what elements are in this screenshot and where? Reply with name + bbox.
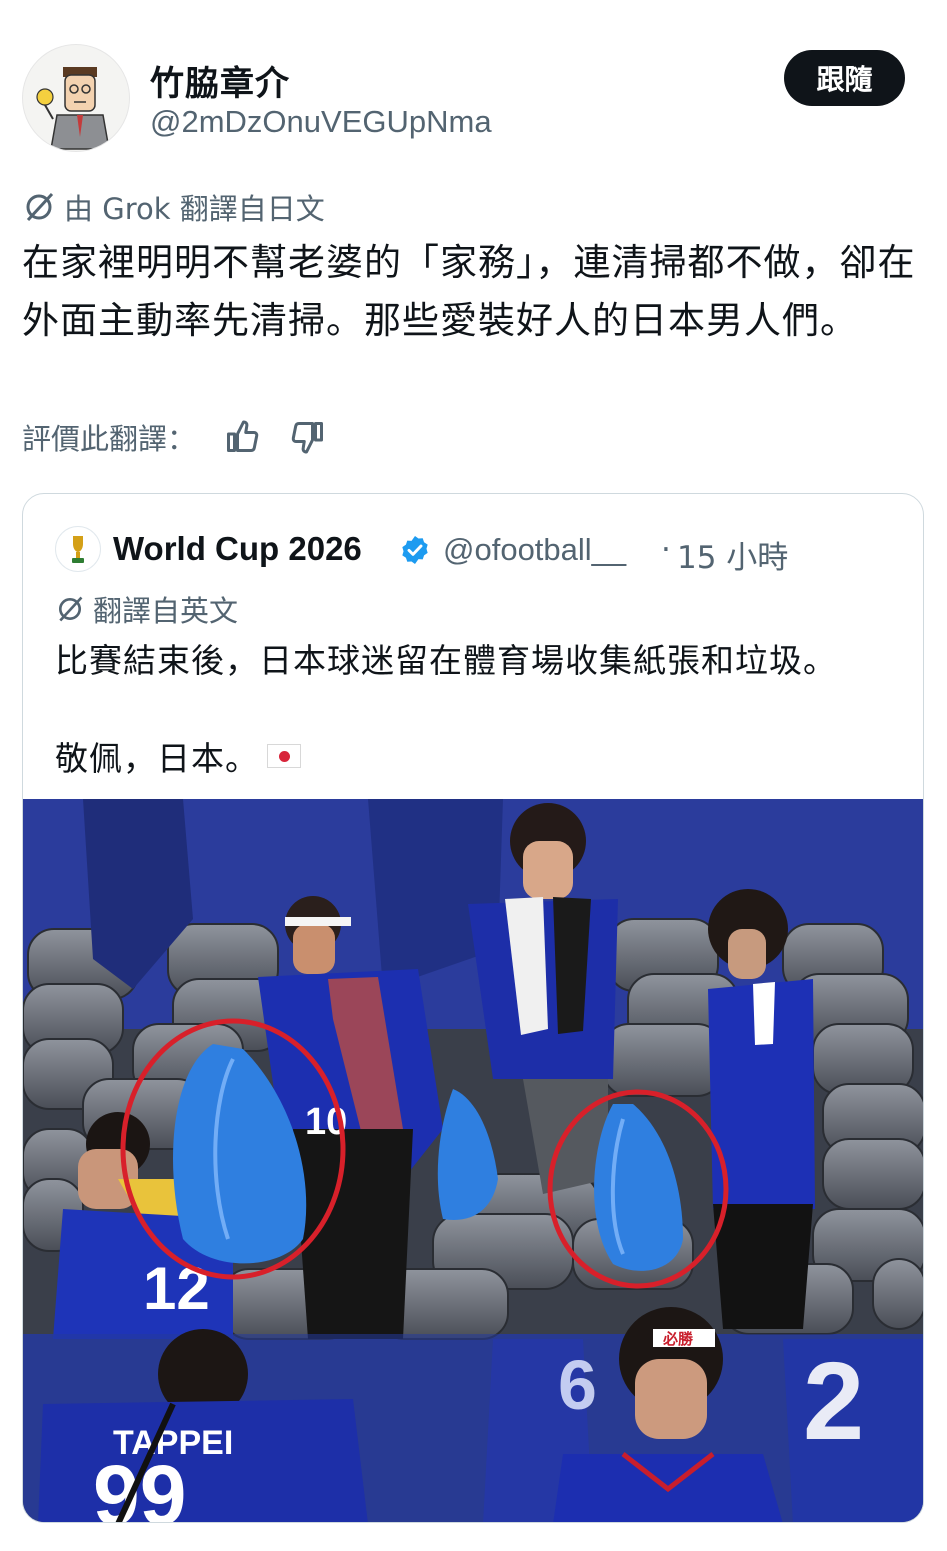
quoted-translation-label: 翻譯自英文 <box>93 594 239 628</box>
separator-dot: · <box>661 532 671 568</box>
svg-text:6: 6 <box>558 1346 597 1424</box>
quoted-timestamp[interactable]: 15 小時 <box>677 532 788 577</box>
quoted-photo[interactable]: 10 12 TAPPEI 99 6 2 必勝 <box>23 799 923 1523</box>
quoted-translation-note[interactable]: 翻譯自英文 <box>55 588 238 630</box>
quoted-display-name[interactable]: World Cup 2026 <box>113 530 362 568</box>
author-avatar[interactable] <box>22 44 130 152</box>
svg-text:2: 2 <box>803 1340 864 1463</box>
japan-flag-icon <box>267 744 301 768</box>
tweet-text: 在家裡明明不幫老婆的「家務」，連清掃都不做，卻在外面主動率先清掃。那些愛裝好人的… <box>22 241 916 342</box>
cartoon-man-avatar-icon <box>36 67 110 150</box>
quoted-text-line2-label: 敬佩，日本。 <box>55 739 259 778</box>
grok-icon <box>26 192 54 222</box>
translation-note-label: 由 Grok 翻譯自日文 <box>64 192 325 226</box>
thumbs-up-button[interactable] <box>222 417 262 457</box>
quoted-text-line2: 敬佩，日本。 <box>55 732 301 780</box>
tweet-header: 竹脇章介 @2mDzOnuVEGUpNma 跟隨 <box>0 0 947 170</box>
quoted-handle[interactable]: @ofootball__ <box>443 532 626 568</box>
world-cup-trophy-icon <box>72 536 84 563</box>
thumbs-down-icon <box>291 422 324 454</box>
svg-text:12: 12 <box>143 1255 210 1322</box>
grok-translation-note[interactable]: 由 Grok 翻譯自日文 <box>22 186 325 228</box>
grok-icon <box>58 596 83 622</box>
quoted-avatar[interactable] <box>55 526 101 572</box>
svg-text:99: 99 <box>93 1448 186 1523</box>
headband-text: 必勝 <box>662 1330 694 1348</box>
author-handle[interactable]: @2mDzOnuVEGUpNma <box>150 104 492 140</box>
follow-button[interactable]: 跟隨 <box>784 50 905 106</box>
rate-translation-row: 評價此翻譯： <box>22 416 328 458</box>
quoted-tweet-card[interactable]: World Cup 2026 @ofootball__ · 15 小時 翻譯自英… <box>22 493 924 1523</box>
fans-cleaning-stadium-image: 10 12 TAPPEI 99 6 2 必勝 <box>23 799 923 1523</box>
thumbs-up-icon <box>227 420 259 452</box>
author-display-name[interactable]: 竹脇章介 <box>150 56 290 105</box>
quoted-text-line1: 比賽結束後，日本球迷留在體育場收集紙張和垃圾。 <box>55 641 837 680</box>
thumbs-down-button[interactable] <box>288 417 328 457</box>
rate-translation-label: 評價此翻譯： <box>22 422 197 456</box>
verified-badge-icon <box>402 536 428 564</box>
